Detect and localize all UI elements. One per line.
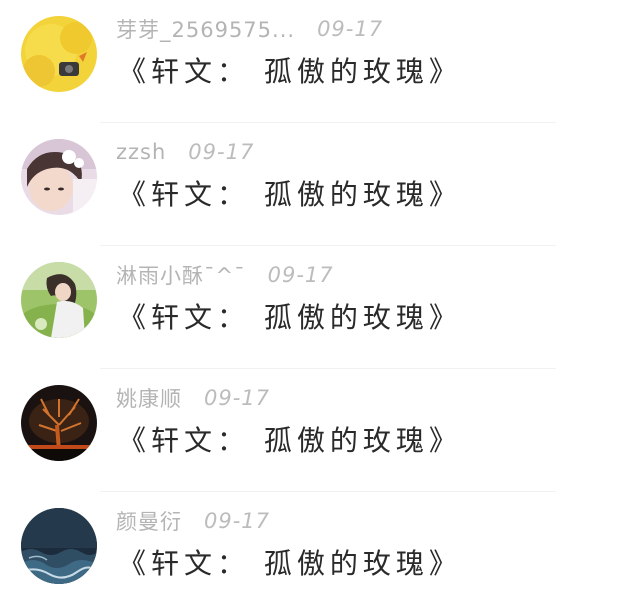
avatar[interactable] [21,385,97,461]
comment-date: 09-17 [317,17,384,41]
comment-text: 《轩文： 孤傲的玫瑰》 [118,301,462,334]
comment-item[interactable]: 姚康顺 09-17 《轩文： 孤傲的玫瑰》 [0,369,640,492]
comment-meta: zzsh 09-17 [116,137,254,167]
comment-text: 《轩文： 孤傲的玫瑰》 [118,55,462,88]
comment-meta: 芽芽_2569575... 09-17 [116,14,383,44]
username[interactable]: zzsh [116,140,166,164]
avatar[interactable] [21,16,97,92]
girl-portrait-avatar-icon [21,139,97,215]
comment-date: 09-17 [267,263,334,287]
comment-meta: 姚康顺 09-17 [116,383,270,413]
username[interactable]: 芽芽_2569575... [116,14,295,44]
avatar[interactable] [21,139,97,215]
glowing-tree-avatar-icon [21,385,97,461]
comment-meta: 淋雨小酥¯^¯ 09-17 [116,260,334,290]
comment-text: 《轩文： 孤傲的玫瑰》 [118,424,462,457]
comment-date: 09-17 [188,140,255,164]
comment-date: 09-17 [204,509,271,533]
ocean-storm-avatar-icon [21,508,97,584]
username[interactable]: 颜曼衍 [116,506,182,536]
comment-meta: 颜曼衍 09-17 [116,506,270,536]
yellow-plush-avatar-icon [21,16,97,92]
comment-date: 09-17 [204,386,271,410]
username[interactable]: 淋雨小酥¯^¯ [116,260,246,290]
comment-item[interactable]: zzsh 09-17 《轩文： 孤傲的玫瑰》 [0,123,640,246]
avatar[interactable] [21,262,97,338]
comment-item[interactable]: 芽芽_2569575... 09-17 《轩文： 孤傲的玫瑰》 [0,0,640,123]
comment-list: 芽芽_2569575... 09-17 《轩文： 孤傲的玫瑰》 zzsh 09-… [0,0,640,596]
comment-item[interactable]: 淋雨小酥¯^¯ 09-17 《轩文： 孤傲的玫瑰》 [0,246,640,369]
comment-text: 《轩文： 孤傲的玫瑰》 [118,178,462,211]
girl-on-grass-avatar-icon [21,262,97,338]
comment-item[interactable]: 颜曼衍 09-17 《轩文： 孤傲的玫瑰》 [0,492,640,615]
comment-text: 《轩文： 孤傲的玫瑰》 [118,547,462,580]
avatar[interactable] [21,508,97,584]
username[interactable]: 姚康顺 [116,383,182,413]
